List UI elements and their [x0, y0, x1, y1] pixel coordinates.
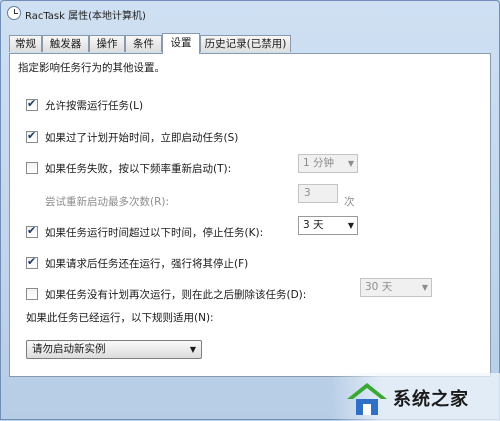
restart-interval-select[interactable]: 1 分钟 ▼ [298, 154, 358, 173]
properties-window: RacTask 属性(本地计算机) 常规 触发器 操作 条件 设置 历史记录(已… [0, 0, 500, 421]
run-after-missed-label: 如果过了计划开始时间，立即启动任务(S) [45, 132, 239, 144]
tab-settings[interactable]: 设置 [162, 33, 200, 54]
restart-on-fail-checkbox[interactable] [26, 162, 38, 174]
house-logo-icon [347, 383, 387, 415]
allow-on-demand-label: 允许按需运行任务(L) [45, 100, 144, 112]
force-stop-label: 如果请求后任务还在运行，强行将其停止(F) [45, 258, 249, 270]
tab-triggers[interactable]: 触发器 [42, 35, 89, 52]
stop-duration-value: 3 天 [303, 219, 324, 231]
delete-if-not-scheduled-checkbox[interactable] [26, 288, 38, 300]
chevron-down-icon: ▼ [347, 221, 354, 230]
window-title: RacTask 属性(本地计算机) [25, 11, 146, 22]
tab-actions[interactable]: 操作 [89, 35, 125, 52]
watermark: 系统之家 [331, 373, 500, 421]
chevron-down-icon: ▼ [189, 345, 196, 354]
title-bar[interactable]: RacTask 属性(本地计算机) [1, 1, 499, 27]
instance-rule-value: 请勿启动新实例 [32, 343, 106, 355]
instance-rule-select[interactable]: 请勿启动新实例 ▼ [26, 340, 202, 359]
restart-interval-value: 1 分钟 [303, 157, 335, 169]
chevron-down-icon: ▼ [347, 159, 354, 168]
stop-if-runs-longer-label: 如果任务运行时间超过以下时间，停止任务(K): [45, 227, 264, 239]
delete-duration-value: 30 天 [365, 281, 393, 293]
stop-duration-select[interactable]: 3 天 ▼ [298, 216, 358, 235]
chevron-down-icon: ▼ [421, 283, 428, 292]
restart-on-fail-label: 如果任务失败，按以下频率重新启动(T): [45, 163, 232, 175]
delete-if-not-scheduled-label: 如果任务没有计划再次运行，则在此之后删除该任务(D): [45, 289, 307, 301]
settings-panel: 指定影响任务行为的其他设置。 允许按需运行任务(L) 如果过了计划开始时间，立即… [9, 53, 491, 377]
watermark-text: 系统之家 [393, 389, 469, 410]
tab-conditions[interactable]: 条件 [125, 35, 162, 52]
restart-attempts-label: 尝试重新启动最多次数(R): [45, 196, 170, 208]
allow-on-demand-checkbox[interactable] [26, 97, 38, 111]
tab-history[interactable]: 历史记录(已禁用) [200, 35, 291, 52]
settings-description: 指定影响任务行为的其他设置。 [18, 62, 165, 74]
restart-attempts-value: 3 [304, 187, 311, 199]
run-after-missed-checkbox[interactable] [26, 129, 38, 143]
tab-general[interactable]: 常规 [9, 35, 42, 52]
restart-attempts-input[interactable]: 3 [298, 184, 338, 203]
force-stop-checkbox[interactable] [26, 255, 38, 269]
restart-attempts-unit: 次 [344, 196, 355, 208]
stop-if-runs-longer-checkbox[interactable] [26, 224, 38, 238]
rule-label: 如果此任务已经运行，以下规则适用(N): [26, 312, 214, 324]
delete-duration-select[interactable]: 30 天 ▼ [360, 278, 432, 297]
clock-icon [7, 6, 21, 20]
